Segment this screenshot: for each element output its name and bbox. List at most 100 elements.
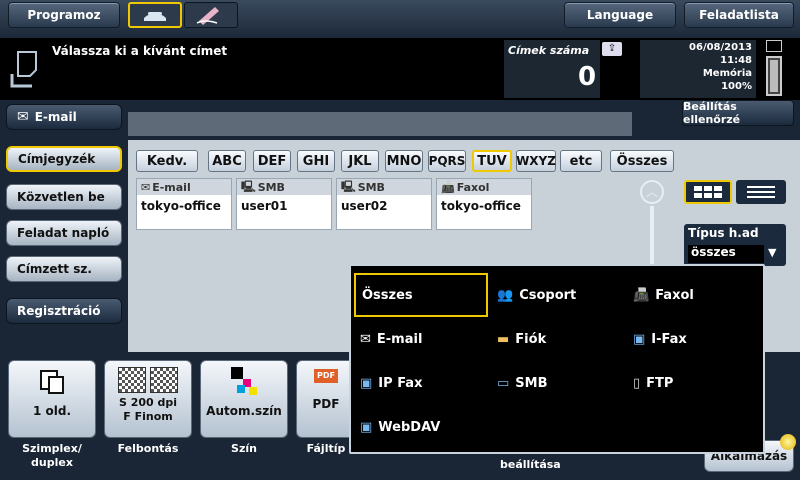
fax-mode-button[interactable] <box>128 2 182 28</box>
tab-favorites[interactable]: Kedv. <box>136 150 198 172</box>
option-smb[interactable]: ▭ SMB <box>491 361 621 405</box>
option-label: Fiók <box>515 331 547 347</box>
direct-input-button[interactable]: Közvetlen be <box>6 184 122 210</box>
webdav-icon: ▣ <box>360 419 373 435</box>
ftp-icon: ▯ <box>633 375 641 391</box>
time-text: 11:48 <box>720 55 752 66</box>
color-icon <box>231 367 257 395</box>
resolution-icon <box>150 367 178 393</box>
type-filter-label: Típus h.ad <box>688 226 759 240</box>
ifax-icon: ▣ <box>633 331 646 347</box>
settings-check-button[interactable]: Beállítás ellenőrzé <box>682 100 794 126</box>
duplex-icon <box>40 370 64 394</box>
tab-etc[interactable]: etc <box>560 150 602 172</box>
fax-icon: 📠 <box>441 180 455 194</box>
tab-abc[interactable]: ABC <box>208 150 246 172</box>
memory-value: 100% <box>721 81 752 92</box>
type-popup: Összes 👥 Csoport 📠 Faxol ✉ E-mail ▬ Fiók ▣ I-… <box>349 264 765 454</box>
phone-icon <box>144 12 166 21</box>
chevron-down-icon: ▼ <box>768 246 777 259</box>
list-view-button[interactable] <box>736 180 786 204</box>
address-count-value: 0 <box>578 62 597 92</box>
tab-wxyz[interactable]: WXYZ <box>516 150 556 172</box>
filetype-label: Fájltíp <box>306 442 346 455</box>
tab-ghi[interactable]: GHI <box>297 150 335 172</box>
memory-gauge <box>766 56 782 96</box>
pc-icon: 🖳 <box>341 179 356 193</box>
usb-icon: ⇪ <box>602 42 622 56</box>
tab-pqrs[interactable]: PQRS <box>428 150 466 172</box>
option-label: Összes <box>362 287 413 303</box>
card-type: Faxol <box>456 180 490 194</box>
option-label: WebDAV <box>378 419 441 435</box>
option-webdav[interactable]: ▣ WebDAV <box>354 405 488 449</box>
tab-tuv[interactable]: TUV <box>472 150 512 172</box>
program-button[interactable]: Programoz <box>8 2 120 28</box>
tab-jkl[interactable]: JKL <box>341 150 379 172</box>
grid-view-icon <box>694 186 722 198</box>
envelope-icon: ✉ <box>360 331 371 347</box>
date-text: 06/08/2013 <box>689 42 752 53</box>
filetype-button[interactable]: PDF PDF <box>296 360 356 438</box>
option-box[interactable]: ▬ Fiók <box>491 317 621 361</box>
tab-mno[interactable]: MNO <box>385 150 423 172</box>
option-label: FTP <box>646 375 674 391</box>
scroll-up-icon[interactable]: ︿ <box>640 180 664 204</box>
email-mode-label: E-mail <box>34 110 77 124</box>
destination-bar[interactable] <box>128 112 632 136</box>
type-filter[interactable]: Típus h.ad összes ▼ <box>684 224 786 266</box>
card-name: tokyo-office <box>441 199 521 213</box>
email-mode-button[interactable]: ✉ E-mail <box>6 104 122 130</box>
option-ipfax[interactable]: ▣ IP Fax <box>354 361 488 405</box>
color-label: Szín <box>231 442 257 455</box>
address-card[interactable]: 🖳 SMB user01 <box>236 178 332 230</box>
address-card[interactable]: ✉ E-mail tokyo-office <box>136 178 232 230</box>
simplex-value: 1 old. <box>32 404 72 418</box>
box-icon: ▬ <box>497 331 510 347</box>
list-view-icon <box>747 186 775 198</box>
pen-icon <box>196 7 219 25</box>
option-fax[interactable]: 📠 Faxol <box>627 273 757 317</box>
scrollbar[interactable] <box>650 206 654 266</box>
address-count-label: Címek száma <box>508 44 590 57</box>
document-icon <box>10 51 37 88</box>
option-ftp[interactable]: ▯ FTP <box>627 361 757 405</box>
pc-icon: ▭ <box>497 375 510 391</box>
pc-icon: 🖳 <box>241 179 256 193</box>
tab-all[interactable]: Összes <box>610 150 674 172</box>
card-name: tokyo-office <box>141 199 221 213</box>
option-label: Csoport <box>519 287 577 303</box>
color-button[interactable]: Autom.szín <box>200 360 288 438</box>
card-type: SMB <box>357 180 385 194</box>
fax-icon: 📠 <box>633 287 650 303</box>
group-icon: 👥 <box>497 287 514 303</box>
settings-label: beállítása <box>500 458 561 471</box>
job-list-button[interactable]: Feladatlista <box>684 2 794 28</box>
resolution-button[interactable]: S 200 dpi F Finom <box>104 360 192 438</box>
grid-view-button[interactable] <box>684 180 732 204</box>
recipient-button[interactable]: Címzett sz. <box>6 256 122 282</box>
option-label: E-mail <box>376 331 423 347</box>
option-label: I-Fax <box>651 331 687 347</box>
option-ifax[interactable]: ▣ I-Fax <box>627 317 757 361</box>
option-group[interactable]: 👥 Csoport <box>491 273 621 317</box>
card-type: E-mail <box>152 180 191 194</box>
simplex-duplex-button[interactable]: 1 old. <box>8 360 96 438</box>
option-email[interactable]: ✉ E-mail <box>354 317 488 361</box>
option-label: SMB <box>515 375 548 391</box>
job-history-button[interactable]: Feladat napló <box>6 220 122 246</box>
option-all[interactable]: Összes <box>354 273 488 317</box>
pen-mode-button[interactable] <box>184 2 238 28</box>
resolution-icon <box>118 367 146 393</box>
registration-button[interactable]: Regisztráció <box>6 298 122 324</box>
status-message: Válassza ki a kívánt címet <box>52 44 228 58</box>
address-book-button[interactable]: Címjegyzék <box>6 146 122 172</box>
tab-def[interactable]: DEF <box>253 150 291 172</box>
language-button[interactable]: Language <box>564 2 676 28</box>
top-bar: Programoz Language Feladatlista <box>0 0 800 38</box>
address-card[interactable]: 🖳 SMB user02 <box>336 178 432 230</box>
resolution-value: S 200 dpi F Finom <box>118 396 178 423</box>
pdf-icon: PDF <box>314 369 338 383</box>
address-card[interactable]: 📠 Faxol tokyo-office <box>436 178 532 230</box>
type-filter-value: összes <box>688 245 764 263</box>
